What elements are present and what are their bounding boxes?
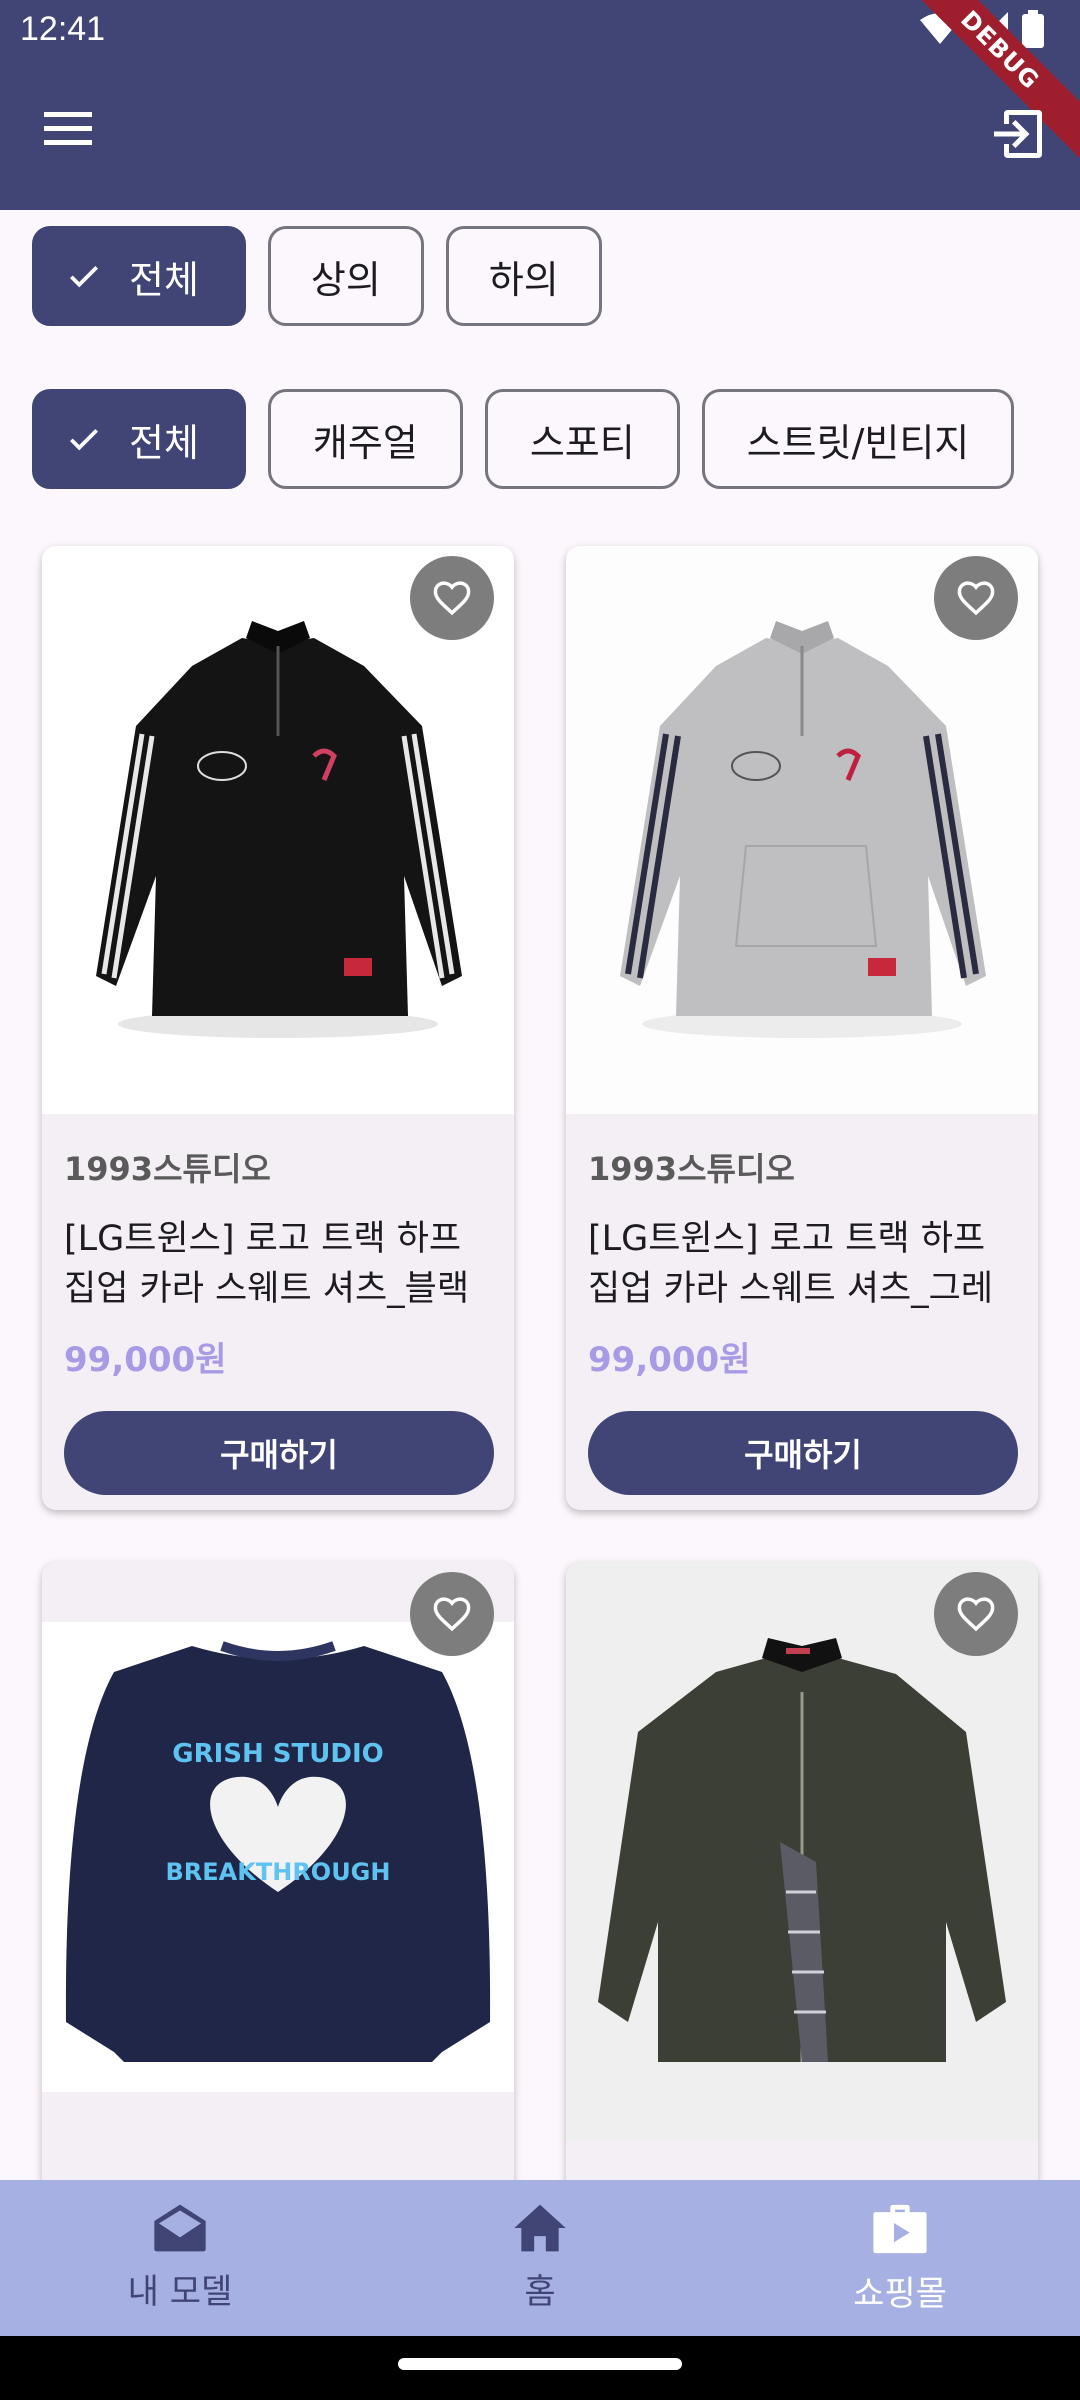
product-image[interactable] [566, 546, 1038, 1114]
favorite-button[interactable] [934, 1572, 1018, 1656]
chip-label: 스트릿/빈티지 [746, 420, 970, 465]
product-card[interactable]: GRISH STUDIO BREAKTHROUGH [42, 1562, 514, 2202]
nav-label: 쇼핑몰 [853, 2274, 947, 2314]
product-image[interactable] [566, 1562, 1038, 2140]
status-time: 12:41 [20, 10, 106, 48]
nav-item-my-model[interactable]: 내 모델 [0, 2180, 360, 2336]
home-icon [514, 2204, 566, 2252]
product-image[interactable] [42, 546, 514, 1114]
chip-label: 하의 [488, 257, 559, 302]
chip-category-bottom[interactable]: 하의 [445, 226, 602, 326]
chip-style-all[interactable]: 전체 [32, 389, 246, 489]
product-brand: 1993스튜디오 [588, 1150, 795, 1188]
app-bar: 12:41 DEBUG [0, 0, 1080, 210]
product-card[interactable]: 1993스튜디오 [LG트윈스] 로고 트랙 하프 집업 카라 스웨트 셔츠_블… [42, 546, 514, 1510]
battery-icon [1022, 10, 1044, 48]
nav-item-home[interactable]: 홈 [360, 2180, 720, 2336]
product-image[interactable]: GRISH STUDIO BREAKTHROUGH [42, 1562, 514, 2182]
chip-label: 전체 [129, 420, 199, 465]
heart-outline-icon [957, 581, 995, 616]
chip-label: 상의 [310, 257, 381, 302]
buy-button[interactable]: 구매하기 [64, 1411, 494, 1495]
chip-style-sporty[interactable]: 스포티 [484, 389, 680, 489]
logout-button[interactable] [990, 106, 1046, 162]
menu-icon [44, 112, 92, 145]
heart-outline-icon [957, 1597, 995, 1632]
svg-text:BREAKTHROUGH: BREAKTHROUGH [166, 1858, 391, 1886]
product-title: [LG트윈스] 로고 트랙 하프 집업 카라 스웨트 셔츠_그레이 [588, 1219, 994, 1309]
svg-text:GRISH STUDIO: GRISH STUDIO [172, 1739, 384, 1769]
product-price: 99,000원 [64, 1340, 227, 1380]
shop-icon [873, 2204, 927, 2254]
chip-category-all[interactable]: 전체 [32, 226, 246, 326]
debug-banner: DEBUG [879, 0, 1080, 171]
chip-style-street-vintage[interactable]: 스트릿/빈티지 [701, 389, 1015, 489]
check-icon [69, 265, 99, 288]
favorite-button[interactable] [410, 556, 494, 640]
drafts-icon [154, 2204, 206, 2252]
chip-label: 전체 [129, 257, 199, 302]
bottom-navigation: 내 모델 홈 쇼핑몰 [0, 2180, 1080, 2336]
check-icon [69, 428, 99, 451]
category-filter-row: 전체 상의 하의 [32, 226, 602, 326]
nav-label: 홈 [524, 2272, 556, 2312]
logout-icon [994, 110, 1042, 158]
chip-category-top[interactable]: 상의 [267, 226, 424, 326]
product-card[interactable] [566, 1562, 1038, 2202]
product-price: 99,000원 [588, 1340, 751, 1380]
buy-button[interactable]: 구매하기 [588, 1411, 1018, 1495]
product-info: 1993스튜디오 [LG트윈스] 로고 트랙 하프 집업 카라 스웨트 셔츠_블… [42, 1114, 514, 1495]
product-info: 1993스튜디오 [LG트윈스] 로고 트랙 하프 집업 카라 스웨트 셔츠_그… [566, 1114, 1038, 1495]
heart-outline-icon [433, 581, 471, 616]
home-gesture-handle[interactable] [398, 2358, 682, 2370]
chip-style-casual[interactable]: 캐주얼 [267, 389, 463, 489]
product-title: [LG트윈스] 로고 트랙 하프 집업 카라 스웨트 셔츠_블랙 [64, 1219, 470, 1309]
heart-outline-icon [433, 1597, 471, 1632]
favorite-button[interactable] [934, 556, 1018, 640]
chip-label: 스포티 [529, 420, 635, 465]
nav-item-shop[interactable]: 쇼핑몰 [720, 2180, 1080, 2336]
style-filter-row: 전체 캐주얼 스포티 스트릿/빈티지 [32, 389, 1015, 489]
menu-button[interactable] [40, 108, 106, 164]
chip-label: 캐주얼 [312, 420, 418, 465]
product-card[interactable]: 1993스튜디오 [LG트윈스] 로고 트랙 하프 집업 카라 스웨트 셔츠_그… [566, 546, 1038, 1510]
favorite-button[interactable] [410, 1572, 494, 1656]
product-brand: 1993스튜디오 [64, 1150, 271, 1188]
nav-label: 내 모델 [127, 2272, 233, 2312]
